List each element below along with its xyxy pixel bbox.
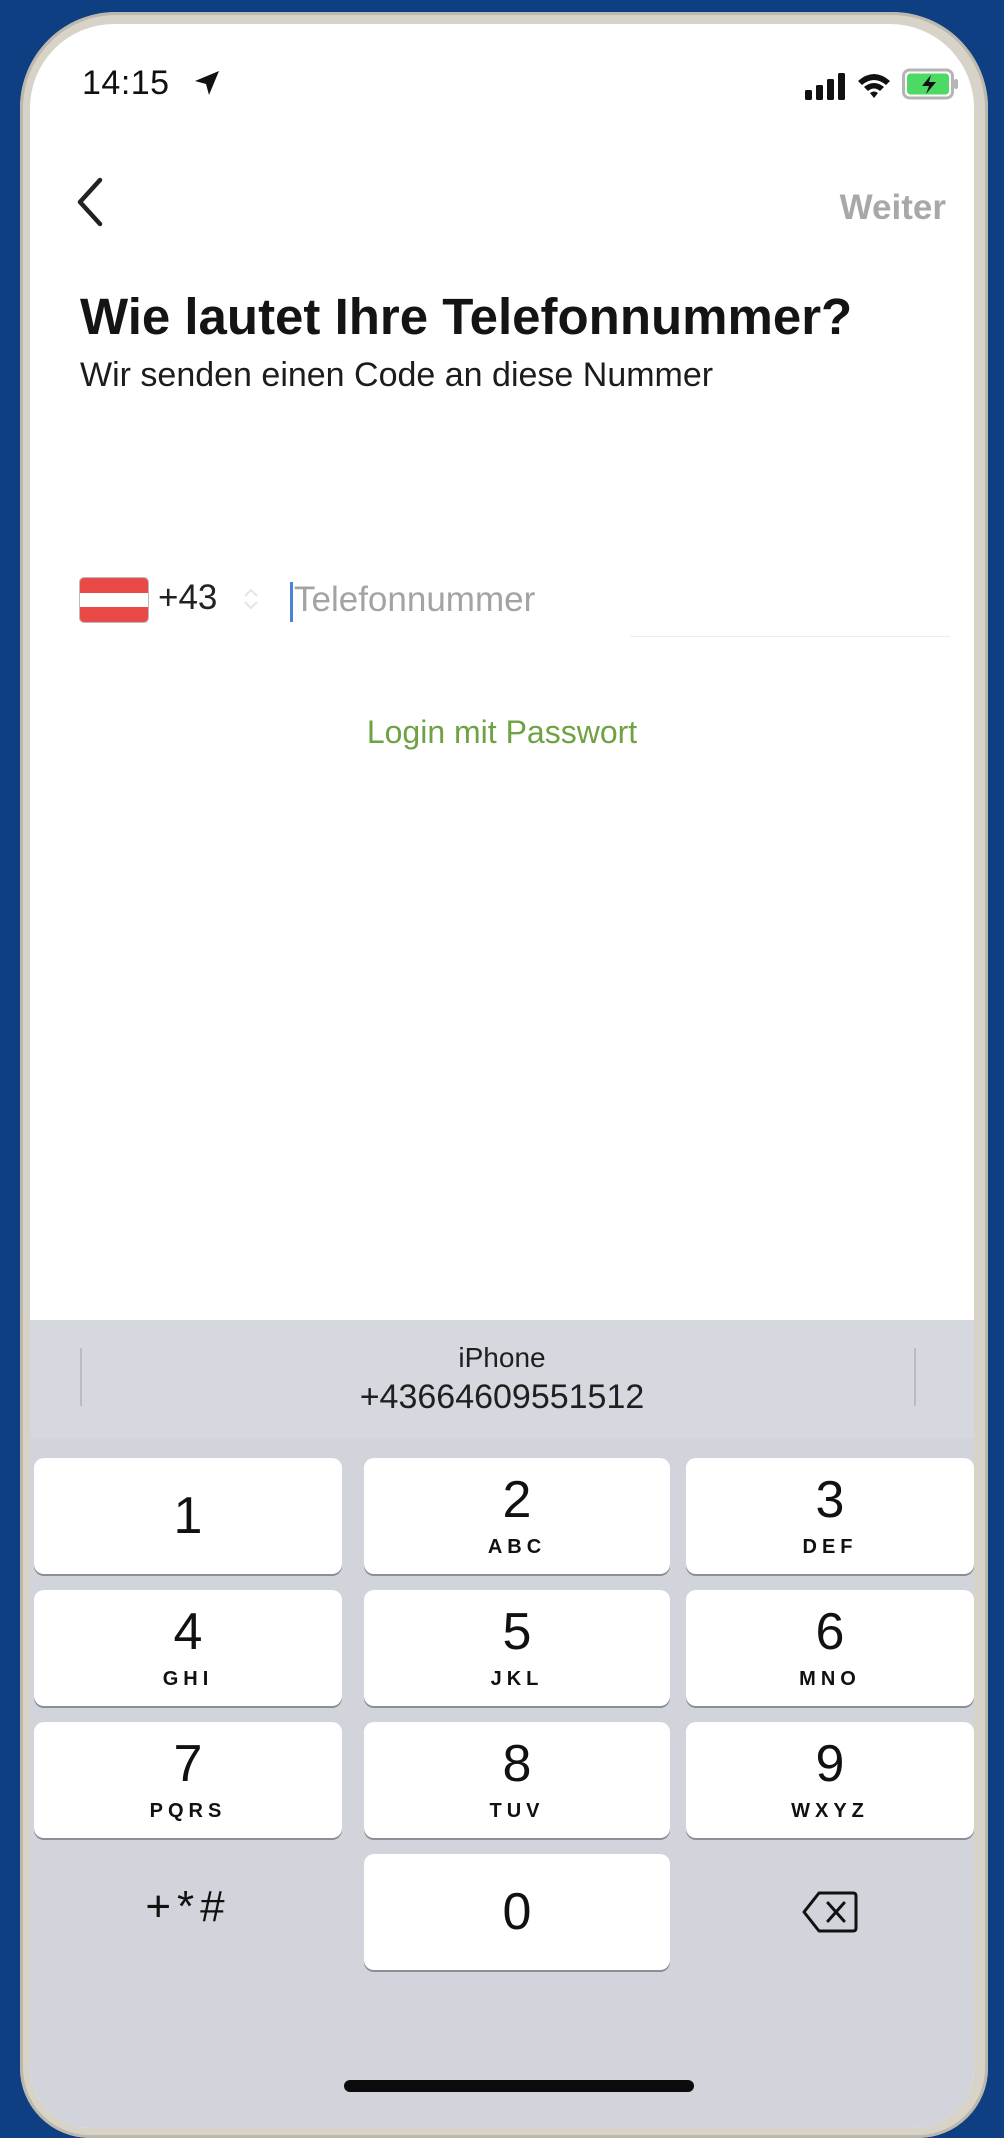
status-time: 14:15 xyxy=(82,64,170,102)
key-digit: 4 xyxy=(173,1603,203,1661)
country-code[interactable]: +43 xyxy=(158,578,217,618)
key-1[interactable]: 1 xyxy=(34,1458,342,1574)
key-digit: 7 xyxy=(173,1735,203,1793)
key-letters: MNO xyxy=(799,1668,861,1690)
key-digit: 0 xyxy=(502,1883,532,1941)
key-digit: 8 xyxy=(502,1735,532,1793)
location-arrow-icon xyxy=(195,71,219,95)
suggestion-source: iPhone xyxy=(458,1342,546,1373)
delete-key[interactable] xyxy=(686,1854,974,1970)
key-letters: ABC xyxy=(487,1536,547,1558)
suggestion-number: +43664609551512 xyxy=(359,1378,645,1416)
key-letters: GHI xyxy=(162,1668,214,1690)
phone-number-input[interactable] xyxy=(292,572,944,628)
key-letters: DEF xyxy=(802,1536,858,1558)
key-5[interactable]: 5 JKL xyxy=(364,1590,670,1706)
page-title: Wie lautet Ihre Telefonnummer? xyxy=(80,288,853,345)
key-digit: 1 xyxy=(173,1487,203,1545)
key-digit: 5 xyxy=(502,1603,532,1661)
key-2[interactable]: 2 ABC xyxy=(364,1458,670,1574)
key-8[interactable]: 8 TUV xyxy=(364,1722,670,1838)
symbols-label: +*# xyxy=(145,1882,231,1931)
input-underline xyxy=(630,636,950,637)
key-letters: WXYZ xyxy=(791,1800,869,1822)
battery-charging-icon xyxy=(902,68,958,100)
wifi-icon xyxy=(858,74,890,98)
cellular-signal-icon xyxy=(805,73,845,100)
key-3[interactable]: 3 DEF xyxy=(686,1458,974,1574)
autofill-suggestion[interactable]: iPhone +43664609551512 xyxy=(30,1320,974,1438)
key-4[interactable]: 4 GHI xyxy=(34,1590,342,1706)
key-letters: JKL xyxy=(490,1668,544,1690)
key-digit: 2 xyxy=(502,1471,532,1529)
key-0[interactable]: 0 xyxy=(364,1854,670,1970)
chevron-left-icon[interactable] xyxy=(70,172,110,232)
page-subtitle: Wir senden einen Code an diese Nummer xyxy=(80,356,714,394)
backspace-icon xyxy=(802,1891,858,1933)
next-button[interactable]: Weiter xyxy=(840,188,946,228)
home-indicator[interactable] xyxy=(344,2080,694,2092)
key-digit: 6 xyxy=(815,1603,845,1661)
numeric-keypad: iPhone +43664609551512 1 2 ABC 3 DEF 4 G… xyxy=(30,1320,974,2128)
key-7[interactable]: 7 PQRS xyxy=(34,1722,342,1838)
key-digit: 3 xyxy=(815,1471,845,1529)
austria-flag-icon[interactable] xyxy=(80,578,148,622)
status-bar: 14:15 xyxy=(30,24,974,134)
chevron-up-down-icon[interactable] xyxy=(242,582,260,616)
key-6[interactable]: 6 MNO xyxy=(686,1590,974,1706)
key-digit: 9 xyxy=(815,1735,845,1793)
phone-screen: 14:15 Weiter Wie lautet Ihre Telefonnumm… xyxy=(30,24,974,2128)
key-9[interactable]: 9 WXYZ xyxy=(686,1722,974,1838)
login-with-password-link[interactable]: Login mit Passwort xyxy=(30,714,974,751)
symbols-key[interactable]: +*# xyxy=(34,1854,342,1970)
key-letters: PQRS xyxy=(149,1800,227,1822)
key-letters: TUV xyxy=(489,1800,545,1822)
